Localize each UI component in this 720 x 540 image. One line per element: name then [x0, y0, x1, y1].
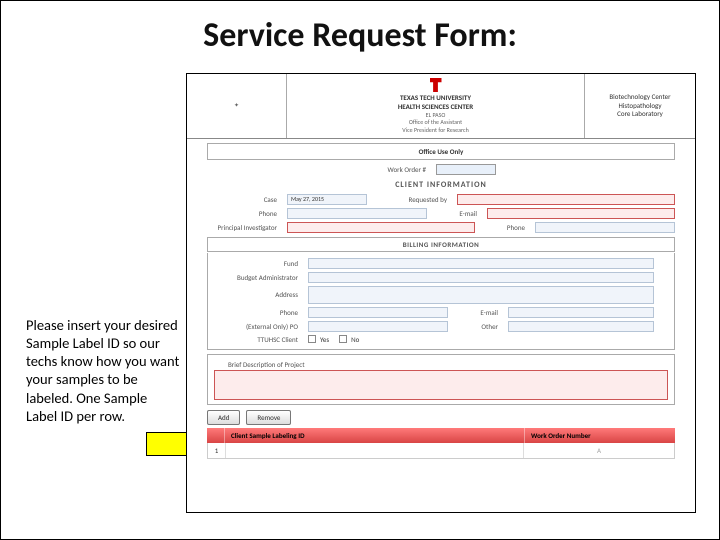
slide-title: Service Request Form: — [1, 15, 719, 56]
annotation-text: Please insert your desired Sample Label … — [26, 316, 181, 425]
work-order-label: Work Order # — [386, 165, 426, 174]
case-label: Case — [207, 195, 277, 204]
no-option[interactable]: No — [339, 335, 359, 344]
pi-phone-label: Phone — [485, 223, 525, 232]
seal-icon: ✦ — [234, 102, 239, 110]
requested-by-field[interactable] — [457, 194, 675, 205]
description-field[interactable] — [214, 370, 668, 400]
case-field[interactable]: May 27, 2015 — [287, 194, 367, 205]
slide-frame: Service Request Form: Please insert your… — [0, 0, 720, 540]
client-info-title: CLIENT INFORMATION — [187, 180, 695, 190]
sample-label-cell[interactable] — [226, 443, 524, 458]
ext-po-label: (External Only) PO — [228, 322, 298, 331]
budget-admin-field[interactable] — [308, 272, 654, 283]
sample-table-header: Client Sample Labeling ID Work Order Num… — [207, 428, 675, 443]
tt-logo-icon — [430, 78, 442, 92]
checkbox-icon — [308, 335, 316, 343]
col-num — [207, 428, 225, 443]
email-label: E-mail — [437, 209, 477, 218]
bill-phone-field[interactable] — [308, 307, 448, 318]
email-field[interactable] — [487, 208, 675, 219]
ext-po-field[interactable] — [308, 321, 448, 332]
office-use-label: Office Use Only — [214, 147, 668, 156]
address-field[interactable] — [308, 286, 654, 304]
phone-field[interactable] — [287, 208, 427, 219]
fund-label: Fund — [228, 259, 298, 268]
lab-line3: Core Laboratory — [617, 110, 663, 119]
col-work-order: Work Order Number — [525, 428, 675, 443]
pi-field[interactable] — [287, 222, 475, 233]
pi-phone-field[interactable] — [535, 222, 675, 233]
remove-button[interactable]: Remove — [246, 410, 291, 425]
bill-phone-label: Phone — [228, 308, 298, 317]
checkbox-icon — [339, 335, 347, 343]
billing-info-title: BILLING INFORMATION — [207, 237, 675, 252]
col-sample-label: Client Sample Labeling ID — [225, 428, 525, 443]
work-order-cell: A — [524, 443, 674, 458]
budget-admin-label: Budget Administrator — [228, 273, 298, 282]
row-number: 1 — [208, 443, 226, 458]
add-button[interactable]: Add — [207, 410, 240, 425]
ttu-client-label: TTUHSC Client — [228, 335, 298, 344]
vp-line: Vice President for Research — [402, 127, 468, 135]
table-row[interactable]: 1 A — [207, 443, 675, 459]
other-field[interactable] — [508, 321, 654, 332]
pi-label: Principal Investigator — [207, 223, 277, 232]
bill-email-field[interactable] — [508, 307, 654, 318]
requested-by-label: Requested by — [377, 195, 447, 204]
bill-email-label: E-mail — [458, 308, 498, 317]
yes-option[interactable]: Yes — [308, 335, 329, 344]
phone-label: Phone — [207, 209, 277, 218]
form-header: ✦ TEXAS TECH UNIVERSITY HEALTH SCIENCES … — [187, 74, 695, 139]
form-image: ✦ TEXAS TECH UNIVERSITY HEALTH SCIENCES … — [186, 73, 696, 513]
office-use-box: Office Use Only — [207, 143, 675, 160]
fund-field[interactable] — [308, 258, 654, 269]
desc-label: Brief Description of Project — [228, 360, 305, 369]
work-order-field[interactable] — [436, 164, 496, 175]
other-label: Other — [458, 322, 498, 331]
address-label: Address — [228, 290, 298, 299]
